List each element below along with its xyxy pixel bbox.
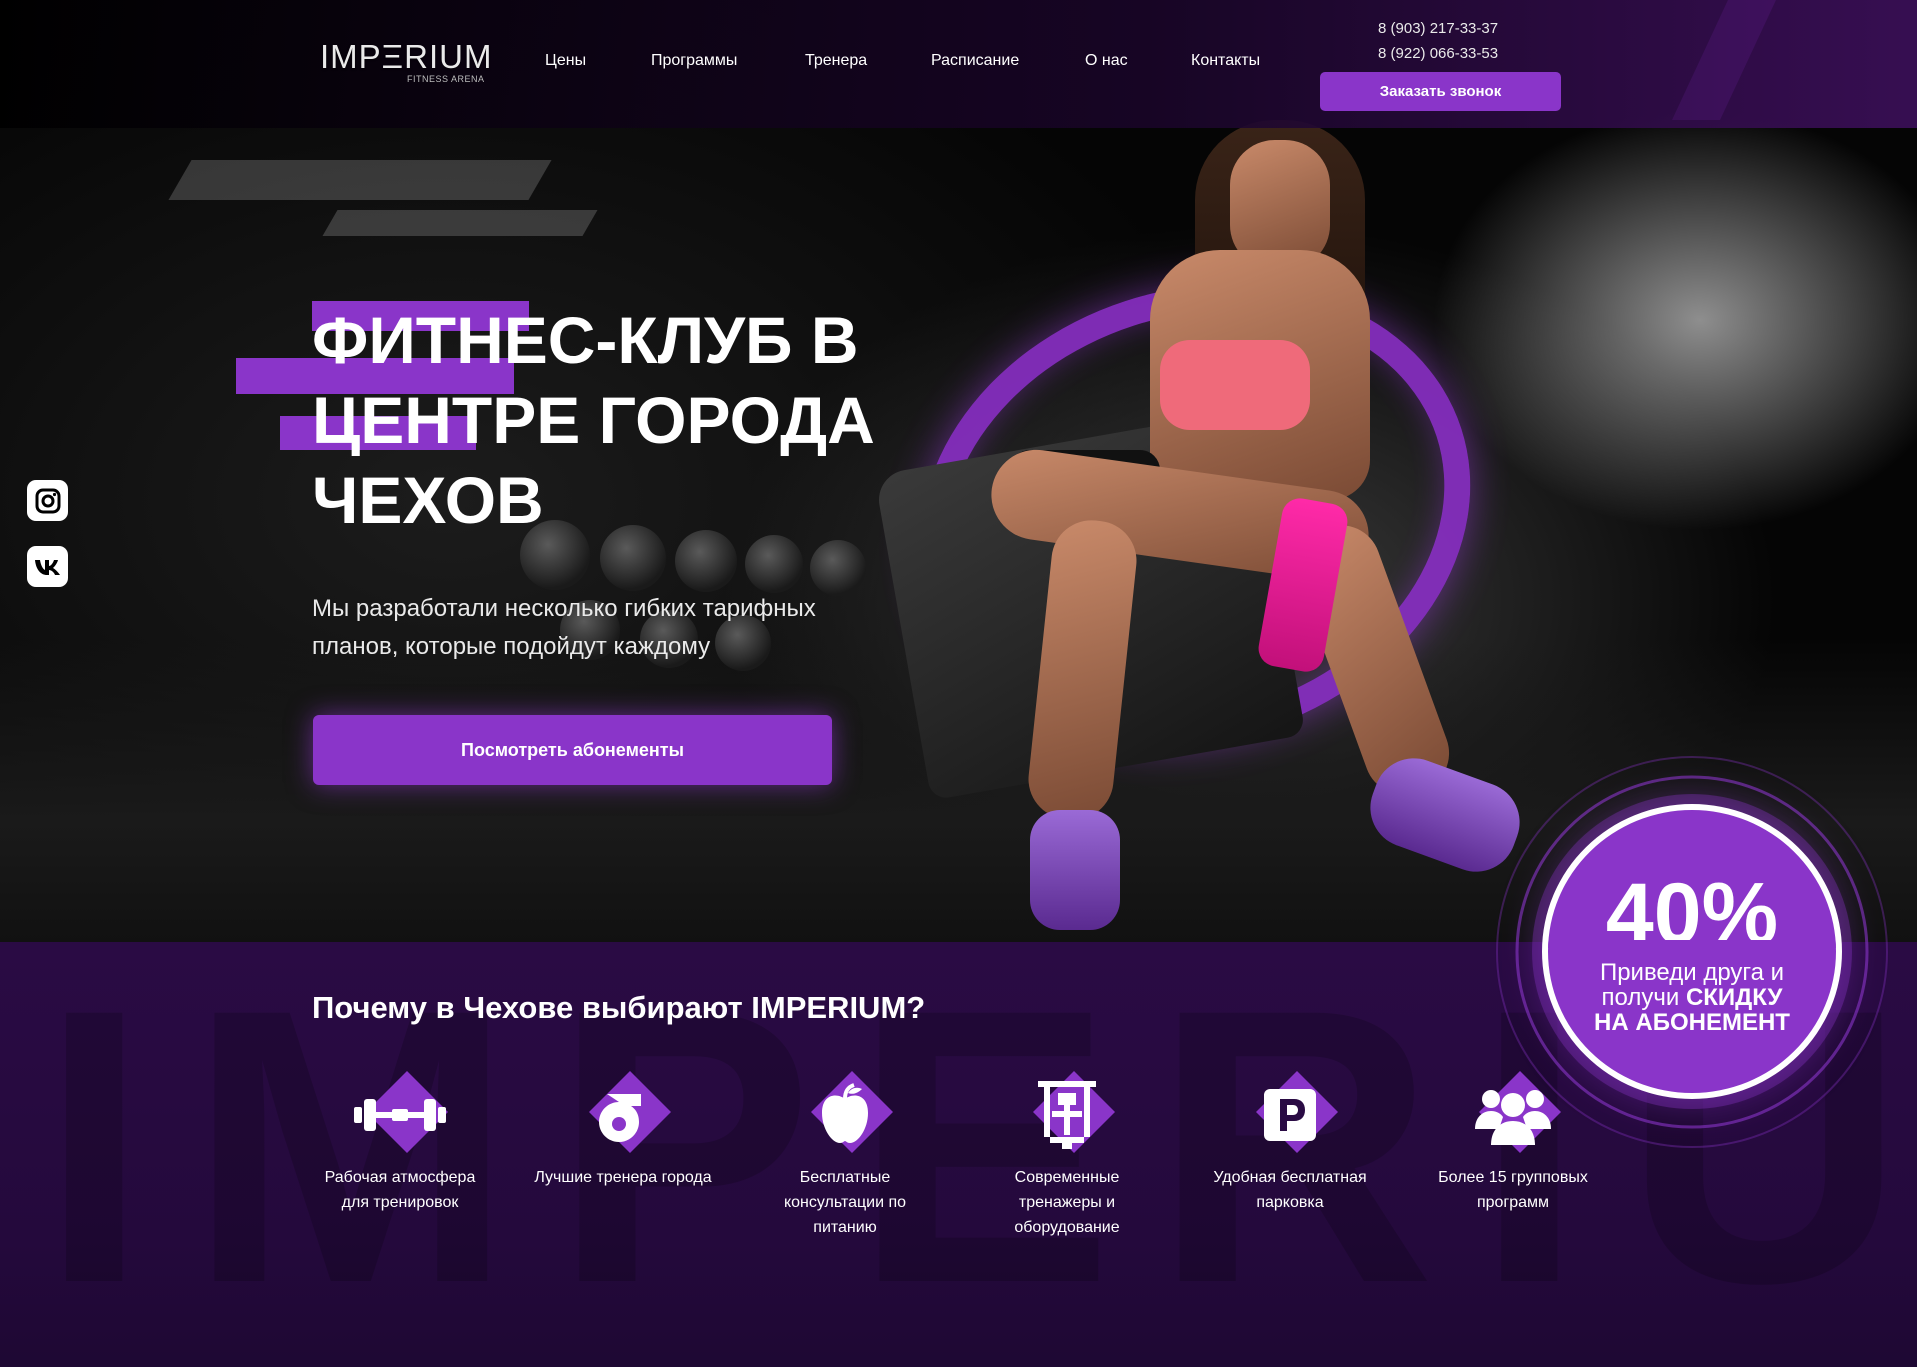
promo-text: Приведи друга и получи СКИДКУ НА АБОНЕМЕ… bbox=[1594, 959, 1790, 1036]
gym-machine-icon bbox=[1038, 1081, 1096, 1149]
nav-item-trainers[interactable]: Тренера bbox=[805, 52, 867, 70]
feature-item: Рабочая атмосфера для тренировок bbox=[310, 1070, 490, 1215]
hero-title-line: ЦЕНТРЕ ГОРОДА bbox=[312, 383, 875, 457]
main-nav: Цены Программы Тренера Расписание О нас … bbox=[0, 52, 1917, 76]
nav-item-contacts[interactable]: Контакты bbox=[1191, 52, 1260, 70]
nav-item-programs[interactable]: Программы bbox=[651, 52, 737, 70]
hero-subtitle: Мы разработали несколько гибких тарифных… bbox=[312, 595, 816, 660]
parking-icon bbox=[1264, 1089, 1316, 1141]
hero-title: ФИТНЕС-КЛУБ В ЦЕНТРЕ ГОРОДА ЧЕХОВ bbox=[312, 300, 892, 540]
phone-list: 8 (903) 217-33-37 8 (922) 066-33-53 bbox=[1378, 16, 1498, 66]
why-title-regular: Почему в Чехове bbox=[312, 990, 574, 1025]
phone-number[interactable]: 8 (922) 066-33-53 bbox=[1378, 41, 1498, 66]
why-title-bold: выбирают IMPERIUM? bbox=[581, 990, 926, 1025]
feature-label: Современные тренажеры и оборудование bbox=[1014, 1169, 1120, 1236]
feature-label: Бесплатные консультации по питанию bbox=[783, 1169, 907, 1236]
feature-label: Рабочая атмосфера для тренировок bbox=[324, 1169, 476, 1211]
callback-button[interactable]: Заказать звонок bbox=[1320, 72, 1561, 111]
vk-button[interactable] bbox=[27, 546, 68, 587]
feature-item: Лучшие тренера города bbox=[533, 1070, 713, 1190]
why-title: Почему в Чехове выбирают IMPERIUM? bbox=[312, 990, 925, 1026]
nav-item-about[interactable]: О нас bbox=[1085, 52, 1128, 70]
feature-label: Лучшие тренера города bbox=[534, 1169, 712, 1186]
feature-item: Удобная бесплатная парковка bbox=[1200, 1070, 1380, 1215]
feature-label: Удобная бесплатная парковка bbox=[1213, 1169, 1367, 1211]
instagram-icon bbox=[35, 488, 60, 513]
feature-item: Бесплатные консультации по питанию bbox=[755, 1070, 935, 1240]
promo-badge[interactable]: 40% Приведи друга и получи СКИДКУ НА АБО… bbox=[1542, 804, 1842, 1099]
whistle-icon bbox=[599, 1094, 641, 1142]
hero-title-line: ЧЕХОВ bbox=[312, 463, 544, 537]
nav-item-prices[interactable]: Цены bbox=[545, 52, 586, 70]
hero-title-line: ФИТНЕС-КЛУБ В bbox=[312, 303, 859, 377]
apple-icon bbox=[822, 1083, 868, 1143]
view-memberships-button[interactable]: Посмотреть абонементы bbox=[313, 715, 832, 785]
phone-number[interactable]: 8 (903) 217-33-37 bbox=[1378, 16, 1498, 41]
dumbbell-icon bbox=[354, 1099, 446, 1131]
feature-item: Современные тренажеры и оборудование bbox=[977, 1070, 1157, 1240]
vk-icon bbox=[34, 559, 60, 575]
nav-item-schedule[interactable]: Расписание bbox=[931, 52, 1019, 70]
instagram-button[interactable] bbox=[27, 480, 68, 521]
